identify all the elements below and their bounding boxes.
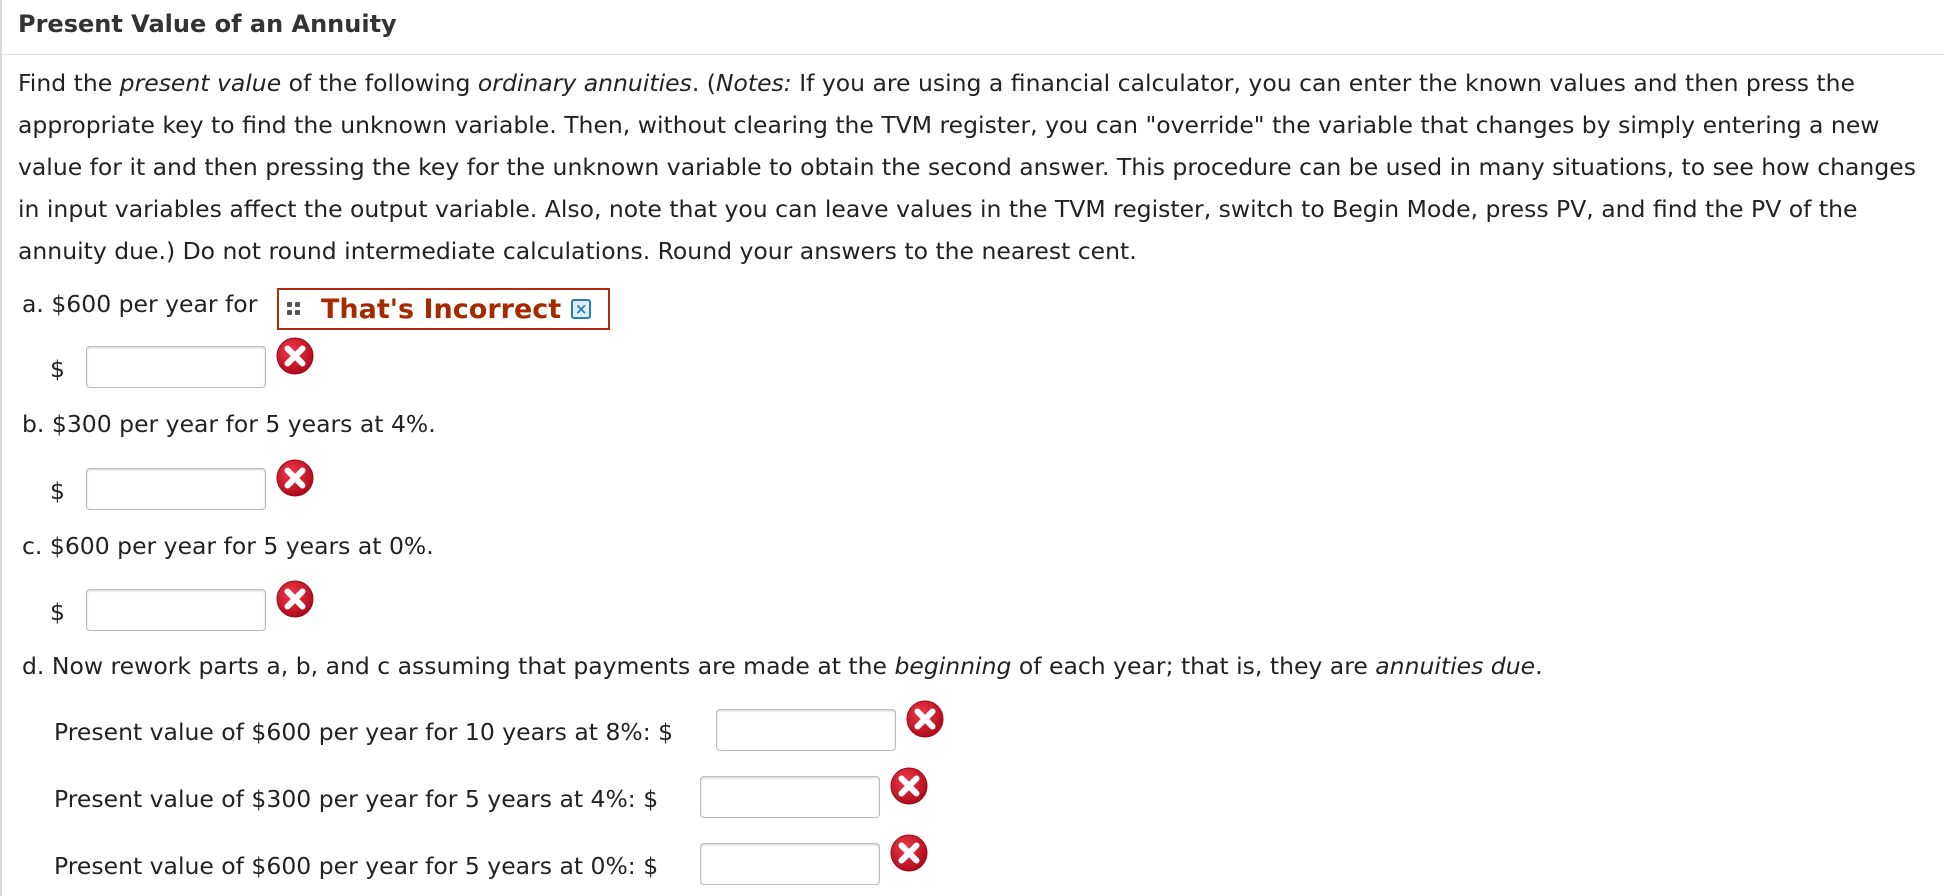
- feedback-popup: That's Incorrect ×: [277, 288, 610, 330]
- answer-d2-input[interactable]: [700, 776, 880, 818]
- drag-handle-icon[interactable]: [287, 302, 305, 316]
- left-border: [0, 0, 2, 896]
- part-a-question: a. $600 per year for: [22, 290, 258, 318]
- currency-symbol: $: [50, 598, 65, 626]
- due-row-label: Present value of $300 per year for 5 yea…: [54, 785, 659, 813]
- part-d-question: d. Now rework parts a, b, and c assuming…: [22, 652, 1543, 680]
- answer-b-input[interactable]: [86, 468, 266, 510]
- currency-symbol: $: [50, 355, 65, 383]
- page-title: Present Value of an Annuity: [18, 10, 397, 38]
- title-divider: [2, 54, 1944, 55]
- close-icon[interactable]: ×: [571, 299, 592, 319]
- incorrect-x-icon: [275, 579, 315, 619]
- answer-a-input[interactable]: [86, 346, 266, 388]
- answer-d3-input[interactable]: [700, 843, 880, 885]
- feedback-text: That's Incorrect: [321, 293, 562, 325]
- due-row-label: Present value of $600 per year for 5 yea…: [54, 852, 659, 880]
- currency-symbol: $: [50, 477, 65, 505]
- incorrect-x-icon: [889, 766, 929, 806]
- answer-c-input[interactable]: [86, 589, 266, 631]
- instructions: Find the present value of the following …: [18, 69, 1916, 265]
- part-b-question: b. $300 per year for 5 years at 4%.: [22, 410, 436, 438]
- incorrect-x-icon: [275, 336, 315, 376]
- answer-d1-input[interactable]: [716, 709, 896, 751]
- incorrect-x-icon: [889, 833, 929, 873]
- incorrect-x-icon: [905, 699, 945, 739]
- part-c-question: c. $600 per year for 5 years at 0%.: [22, 532, 434, 560]
- incorrect-x-icon: [275, 458, 315, 498]
- due-row-label: Present value of $600 per year for 10 ye…: [54, 718, 674, 746]
